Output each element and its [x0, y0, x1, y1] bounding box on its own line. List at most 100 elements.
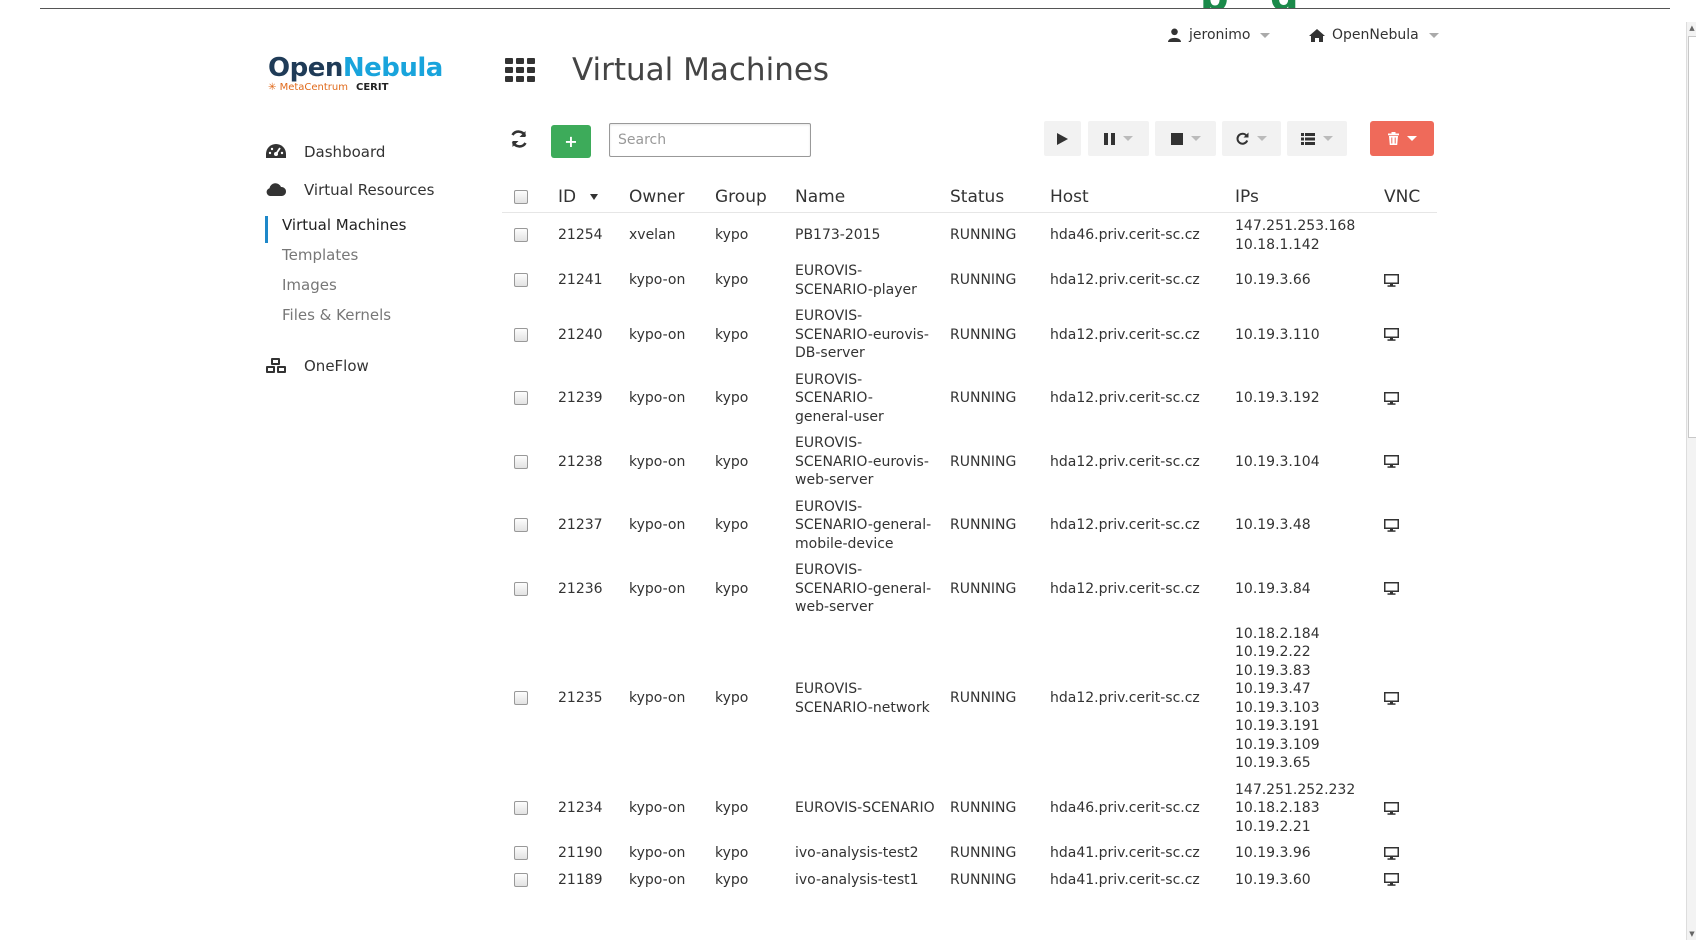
opennebula-logo[interactable]: OpenNebula ✳ MetaCentrum CERIT	[268, 54, 443, 93]
table-row[interactable]: 21254 xvelan kypo PB173-2015 RUNNING hda46.pr…	[502, 213, 1437, 259]
scroll-up-icon[interactable]: ▲	[1687, 22, 1696, 34]
vm-owner: kypo-on	[629, 690, 686, 707]
vnc-monitor-icon[interactable]	[1384, 846, 1399, 860]
vertical-scrollbar[interactable]: ▲ ▼	[1686, 22, 1696, 940]
sidebar-item-images[interactable]: Images	[282, 276, 337, 294]
stop-icon	[1170, 132, 1183, 145]
list-dropdown-button[interactable]	[1287, 121, 1347, 156]
row-checkbox[interactable]	[514, 454, 528, 469]
vm-status: RUNNING	[950, 800, 1017, 816]
vm-host: hda12.priv.cerit-sc.cz	[1050, 453, 1200, 470]
vm-vnc	[1384, 494, 1437, 558]
table-row[interactable]: 21190 kypo-on kypo ivo-analysis-test2 RUNNIN…	[502, 840, 1437, 867]
vm-owner: kypo-on	[629, 272, 686, 289]
user-menu[interactable]: jeronimo	[1168, 27, 1271, 43]
sidebar-item-virtual-resources[interactable]: Virtual Resources	[265, 181, 434, 199]
vm-name: EUROVIS-SCENARIO	[795, 777, 950, 841]
search-input[interactable]	[609, 123, 811, 157]
vm-name: EUROVIS- SCENARIO-general-user	[795, 367, 950, 431]
row-checkbox[interactable]	[514, 327, 528, 342]
table-row[interactable]: 21239 kypo-on kypo EUROVIS- SCENARIO-general…	[502, 367, 1437, 431]
vm-ips: 10.18.2.184 10.19.2.22 10.19.3.83 10.19.3.4…	[1235, 621, 1384, 777]
sidebar-item-virtual-machines[interactable]: Virtual Machines	[282, 216, 406, 234]
vm-name-line: EUROVIS-	[795, 371, 863, 388]
vm-status: RUNNING	[950, 453, 1017, 470]
vm-group: kypo	[715, 845, 749, 861]
row-checkbox[interactable]	[514, 581, 528, 596]
sidebar-item-dashboard[interactable]: Dashboard	[265, 143, 385, 161]
add-button[interactable]: +	[551, 125, 591, 158]
row-checkbox[interactable]	[514, 691, 528, 706]
vnc-monitor-icon[interactable]	[1384, 273, 1399, 287]
row-checkbox[interactable]	[514, 518, 528, 532]
column-header-host[interactable]: Host	[1050, 182, 1235, 213]
vnc-monitor-icon[interactable]	[1384, 518, 1399, 532]
sidebar-item-files-kernels[interactable]: Files & Kernels	[282, 306, 391, 324]
vm-ips: 10.19.3.84	[1235, 557, 1384, 621]
sidebar-item-oneflow[interactable]: OneFlow	[265, 357, 369, 375]
column-header-owner[interactable]: Owner	[629, 182, 715, 213]
pause-dropdown-button[interactable]	[1088, 121, 1149, 156]
row-checkbox[interactable]	[514, 846, 528, 860]
vm-ip: 10.19.3.48	[1235, 517, 1311, 533]
table-row[interactable]: 21237 kypo-on kypo EUROVIS- SCENARIO-general…	[502, 494, 1437, 558]
vm-id: 21236	[558, 580, 603, 597]
vm-owner: kypo-on	[629, 517, 686, 533]
vm-name-line: EUROVIS-	[795, 562, 863, 578]
column-header-ips[interactable]: IPs	[1235, 182, 1384, 213]
logo-burst-icon: ✳	[268, 82, 280, 93]
row-select-cell	[502, 303, 558, 367]
table-row[interactable]: 21189 kypo-on kypo ivo-analysis-test1 RUNNIN…	[502, 867, 1437, 894]
refresh-button[interactable]	[509, 129, 529, 155]
vnc-monitor-icon[interactable]	[1384, 582, 1399, 595]
vm-id: 21235	[558, 690, 603, 707]
vnc-monitor-icon[interactable]	[1384, 801, 1399, 815]
row-select-cell	[502, 367, 558, 431]
vm-id: 21254	[558, 227, 603, 244]
column-header-group[interactable]: Group	[715, 182, 795, 213]
vm-vnc	[1384, 840, 1437, 867]
scrollbar-thumb[interactable]	[1688, 36, 1696, 438]
scroll-down-icon[interactable]: ▼	[1687, 928, 1696, 940]
zone-menu[interactable]: OpenNebula	[1309, 27, 1439, 43]
table-row[interactable]: 21234 kypo-on kypo EUROVIS-SCENARIO RUNNING h…	[502, 777, 1437, 841]
column-header-vnc[interactable]: VNC	[1384, 182, 1437, 213]
play-button[interactable]	[1044, 121, 1081, 156]
vm-vnc	[1384, 367, 1437, 431]
top-decoration: pg	[1200, 0, 1320, 8]
logo-sub-right: CERIT	[355, 82, 389, 93]
vnc-monitor-icon[interactable]	[1384, 691, 1399, 705]
vm-host: hda12.priv.cerit-sc.cz	[1050, 326, 1200, 343]
table-row[interactable]: 21240 kypo-on kypo EUROVIS- SCENARIO-eurovis…	[502, 303, 1437, 367]
column-header-status[interactable]: Status	[950, 182, 1050, 213]
vnc-monitor-icon[interactable]	[1384, 455, 1399, 468]
vm-ip: 10.19.3.60	[1235, 871, 1311, 888]
table-row[interactable]: 21236 kypo-on kypo EUROVIS- SCENARIO-general…	[502, 557, 1437, 621]
table-row[interactable]: 21235 kypo-on kypo EUROVIS- SCENARIO-network…	[502, 621, 1437, 777]
sidebar-item-templates[interactable]: Templates	[282, 246, 358, 264]
row-checkbox[interactable]	[514, 273, 528, 288]
table-row[interactable]: 21241 kypo-on kypo EUROVIS- SCENARIO-player R…	[502, 258, 1437, 303]
column-header-name[interactable]: Name	[795, 182, 950, 213]
delete-dropdown-button[interactable]	[1370, 121, 1434, 156]
row-checkbox[interactable]	[514, 228, 528, 243]
vm-name-line: SCENARIO-general-	[795, 580, 932, 597]
column-header-id[interactable]: ID	[558, 182, 629, 213]
vm-name: ivo-analysis-test2	[795, 840, 950, 867]
stop-dropdown-button[interactable]	[1155, 121, 1216, 156]
vnc-monitor-icon[interactable]	[1384, 328, 1399, 341]
reboot-dropdown-button[interactable]	[1222, 121, 1281, 156]
row-checkbox[interactable]	[514, 872, 528, 887]
row-checkbox[interactable]	[514, 801, 528, 815]
sidebar-item-label: Dashboard	[304, 143, 386, 161]
vm-group: kypo	[715, 227, 749, 244]
vm-vnc	[1384, 303, 1437, 367]
vm-group: kypo	[715, 453, 749, 470]
vnc-monitor-icon[interactable]	[1384, 391, 1399, 405]
select-all-checkbox[interactable]	[514, 190, 528, 204]
vm-owner: kypo-on	[629, 871, 686, 888]
vm-name-line: EUROVIS-	[795, 498, 863, 515]
vnc-monitor-icon[interactable]	[1384, 873, 1399, 886]
row-checkbox[interactable]	[514, 391, 528, 405]
table-row[interactable]: 21238 kypo-on kypo EUROVIS- SCENARIO-eurovis…	[502, 430, 1437, 494]
